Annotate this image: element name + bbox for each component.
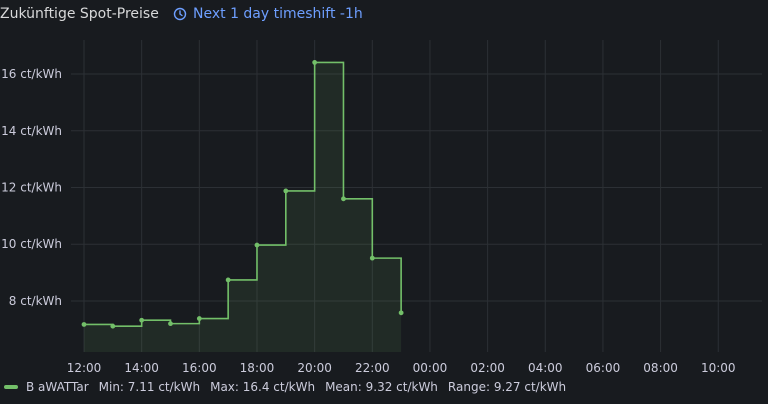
data-point	[398, 310, 404, 316]
data-point	[168, 321, 173, 327]
legend: B aWATTar Min: 7.11 ct/kWh Max: 16.4 ct/…	[4, 380, 566, 394]
data-point	[139, 317, 145, 323]
x-tick-label: 22:00	[355, 361, 390, 375]
series-layer	[81, 60, 404, 352]
x-tick-label: 02:00	[470, 361, 505, 375]
legend-swatch	[4, 385, 18, 389]
x-tick-label: 12:00	[67, 361, 102, 375]
spot-price-chart[interactable]: 8 ct/kWh 10 ct/kWh 12 ct/kWh 14 ct/kWh 16 ct…	[0, 0, 768, 380]
grid-lines	[71, 40, 762, 352]
data-point	[225, 277, 231, 283]
data-point	[110, 323, 116, 329]
data-point	[196, 316, 202, 321]
x-tick-label: 16:00	[182, 361, 217, 375]
y-tick-label: 8 ct/kWh	[9, 294, 62, 308]
data-point	[254, 242, 260, 248]
data-point	[283, 188, 289, 194]
x-tick-label: 08:00	[643, 361, 678, 375]
x-tick-label: 10:00	[701, 361, 736, 375]
legend-min: Min: 7.11 ct/kWh	[98, 380, 201, 394]
data-point	[81, 322, 87, 327]
data-point	[312, 60, 318, 65]
x-tick-label: 06:00	[586, 361, 621, 375]
y-tick-label: 12 ct/kWh	[1, 180, 62, 194]
legend-max: Max: 16.4 ct/kWh	[210, 380, 316, 394]
x-tick-label: 04:00	[528, 361, 563, 375]
series-area	[84, 62, 402, 352]
x-tick-label: 20:00	[297, 361, 332, 375]
data-point	[341, 196, 346, 202]
y-axis: 8 ct/kWh 10 ct/kWh 12 ct/kWh 14 ct/kWh 16 ct…	[1, 67, 62, 308]
y-tick-label: 10 ct/kWh	[1, 237, 62, 251]
y-tick-label: 14 ct/kWh	[1, 124, 62, 138]
legend-mean: Mean: 9.32 ct/kWh	[325, 380, 438, 394]
x-tick-label: 00:00	[413, 361, 448, 375]
x-tick-label: 14:00	[124, 361, 159, 375]
x-axis: 12:00 14:00 16:00 18:00 20:00 22:00 00:00 02:00…	[67, 361, 736, 375]
x-tick-label: 18:00	[240, 361, 275, 375]
legend-range: Range: 9.27 ct/kWh	[447, 380, 567, 394]
legend-series-name[interactable]: B aWATTar	[26, 380, 89, 394]
y-tick-label: 16 ct/kWh	[1, 67, 62, 81]
data-point	[369, 255, 375, 261]
